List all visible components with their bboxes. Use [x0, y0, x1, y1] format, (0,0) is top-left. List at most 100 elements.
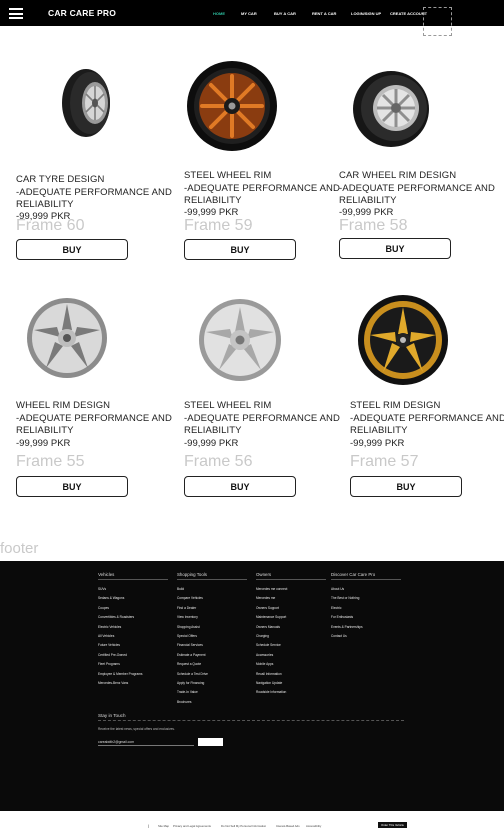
footer-link[interactable]: Trade-In Value	[177, 688, 247, 697]
nav-link-buy-a-car[interactable]: BUY A CAR	[274, 11, 296, 16]
footer-link[interactable]: Recall Information	[256, 670, 326, 679]
nav-link-create-account[interactable]: CREATE ACCOUNT	[390, 11, 427, 16]
footer-link[interactable]: Request a Quote	[177, 660, 247, 669]
footer-link[interactable]: SUVs	[98, 585, 168, 594]
footer-link[interactable]: Employee & Member Programs	[98, 670, 168, 679]
buy-button[interactable]: BUY	[16, 476, 128, 497]
frame-label: Frame 57	[350, 453, 419, 470]
tyre-icon	[62, 69, 110, 137]
footer-link[interactable]: Roadside Information	[256, 688, 326, 697]
footer-link[interactable]: Maintenance Support	[256, 613, 326, 622]
bottom-link[interactable]: Site Map	[158, 824, 169, 828]
footer-link[interactable]: Mercedes-Benz Vans	[98, 679, 168, 688]
buy-button[interactable]: BUY	[350, 476, 462, 497]
footer-link[interactable]: View Inventory	[177, 613, 247, 622]
footer-link[interactable]: Sedans & Wagons	[98, 594, 168, 603]
bottom-link[interactable]: Interest-Based Ads	[276, 824, 300, 828]
product-title: STEEL WHEEL RIM -ADEQUATE PERFORMANCE AN…	[184, 400, 340, 436]
footer-link[interactable]: Special Offers	[177, 632, 247, 641]
footer-link[interactable]: Financial Services	[177, 641, 247, 650]
product-title: CAR TYRE DESIGN -ADEQUATE PERFORMANCE AN…	[16, 174, 172, 210]
footer-link[interactable]: Charging	[256, 632, 326, 641]
stay-description: Receive the latest news, special offers …	[98, 727, 175, 731]
order-vehicle-button[interactable]: Order This Vehicle	[378, 822, 407, 828]
footer-link[interactable]: Electric Vehicles	[98, 623, 168, 632]
footer-link[interactable]: Convertibles & Roadsters	[98, 613, 168, 622]
footer-frame-label: footer	[0, 540, 39, 557]
bottom-link[interactable]: Do Not Sell My Personal Information	[221, 824, 266, 828]
stay-heading: Stay in Touch	[98, 713, 404, 721]
buy-button[interactable]: BUY	[339, 238, 451, 259]
footer-heading: Discover Car Care Pro	[331, 572, 401, 580]
frame-label: Frame 59	[184, 217, 253, 234]
buy-button[interactable]: BUY	[16, 239, 128, 260]
frame-label: Frame 58	[339, 217, 408, 234]
footer-column-discover: Discover Car Care Pro About Us The Best …	[331, 572, 401, 641]
nav-link-my-car[interactable]: MY CAR	[241, 11, 257, 16]
footer-link[interactable]: Fleet Programs	[98, 660, 168, 669]
nav-link-rent-a-car[interactable]: RENT A CAR	[312, 11, 336, 16]
footer-link[interactable]: Apply for Financing	[177, 679, 247, 688]
footer-link[interactable]: Schedule Service	[256, 641, 326, 650]
footer-link[interactable]: The Best or Nothing	[331, 594, 401, 603]
steel-rim-icon	[199, 299, 281, 381]
product-title: STEEL RIM DESIGN -ADEQUATE PERFORMANCE A…	[350, 400, 504, 436]
nav-link-home[interactable]: HOME	[213, 11, 225, 16]
footer-link[interactable]: Mercedes me connect	[256, 585, 326, 594]
buy-button[interactable]: BUY	[184, 476, 296, 497]
footer-link[interactable]: Events & Partnerships	[331, 623, 401, 632]
footer-link[interactable]: Mobile Apps	[256, 660, 326, 669]
frame-label: Frame 56	[184, 453, 253, 470]
bottom-bar: | Site Map Privacy and Legal Agreements …	[0, 811, 504, 832]
footer-link[interactable]: Electric	[331, 604, 401, 613]
product-price: -99,999 PKR	[350, 438, 405, 449]
footer-link[interactable]: Shopping Assist	[177, 623, 247, 632]
frame-label: Frame 55	[16, 453, 85, 470]
footer-heading: Vehicles	[98, 572, 168, 580]
page: CAR CARE PRO HOME MY CAR BUY A CAR RENT …	[0, 0, 504, 832]
product-title: CAR WHEEL RIM DESIGN -ADEQUATE PERFORMAN…	[339, 170, 495, 206]
footer-link[interactable]: Owners Manuals	[256, 623, 326, 632]
footer-link[interactable]: For Enthusiasts	[331, 613, 401, 622]
footer-column-shopping-tools: Shopping Tools Build Compare Vehicles Fi…	[177, 572, 247, 707]
nav-link-login[interactable]: LOGIN/SIGN UP	[351, 11, 381, 16]
footer-link[interactable]: Estimate a Payment	[177, 651, 247, 660]
product-price: -99,999 PKR	[16, 438, 71, 449]
footer-link[interactable]: All Vehicles	[98, 632, 168, 641]
footer-column-vehicles: Vehicles SUVs Sedans & Wagons Coupes Con…	[98, 572, 168, 688]
bottom-link[interactable]: Privacy and Legal Agreements	[173, 824, 211, 828]
footer-link[interactable]: Mercedes me	[256, 594, 326, 603]
footer-link[interactable]: Find a Dealer	[177, 604, 247, 613]
footer-link[interactable]: About Us	[331, 585, 401, 594]
brand-logo[interactable]: CAR CARE PRO	[48, 8, 116, 18]
email-input[interactable]	[98, 738, 194, 746]
product-title: STEEL WHEEL RIM -ADEQUATE PERFORMANCE AN…	[184, 170, 340, 206]
buy-button[interactable]: BUY	[184, 239, 296, 260]
footer-link[interactable]: Brochures	[177, 698, 247, 707]
footer: Vehicles SUVs Sedans & Wagons Coupes Con…	[0, 561, 504, 811]
footer-link[interactable]: Navigation Update	[256, 679, 326, 688]
wheel-icon	[353, 71, 429, 147]
footer-column-owners: Owners Mercedes me connect Mercedes me O…	[256, 572, 326, 698]
footer-link[interactable]: Schedule a Test Drive	[177, 670, 247, 679]
footer-link[interactable]: Build	[177, 585, 247, 594]
selection-box	[423, 7, 452, 36]
footer-link[interactable]: Certified Pre-Owned	[98, 651, 168, 660]
footer-link[interactable]: Compare Vehicles	[177, 594, 247, 603]
orange-rim-icon	[187, 61, 277, 151]
silver-rim-icon	[27, 298, 107, 378]
frame-label: Frame 60	[16, 217, 85, 234]
brand-small-icon: |	[148, 823, 150, 828]
bottom-link[interactable]: Accessibility	[306, 824, 321, 828]
footer-link[interactable]: Future Vehicles	[98, 641, 168, 650]
footer-link[interactable]: Contact Us	[331, 632, 401, 641]
footer-heading: Shopping Tools	[177, 572, 247, 580]
signup-button[interactable]	[198, 738, 223, 746]
stay-in-touch: Stay in Touch Receive the latest news, s…	[98, 713, 404, 731]
footer-link[interactable]: Coupes	[98, 604, 168, 613]
product-title: WHEEL RIM DESIGN -ADEQUATE PERFORMANCE A…	[16, 400, 172, 436]
gold-rim-icon	[358, 295, 448, 385]
footer-link[interactable]: Accessories	[256, 651, 326, 660]
footer-link[interactable]: Owners Support	[256, 604, 326, 613]
hamburger-menu-icon[interactable]	[9, 8, 23, 19]
